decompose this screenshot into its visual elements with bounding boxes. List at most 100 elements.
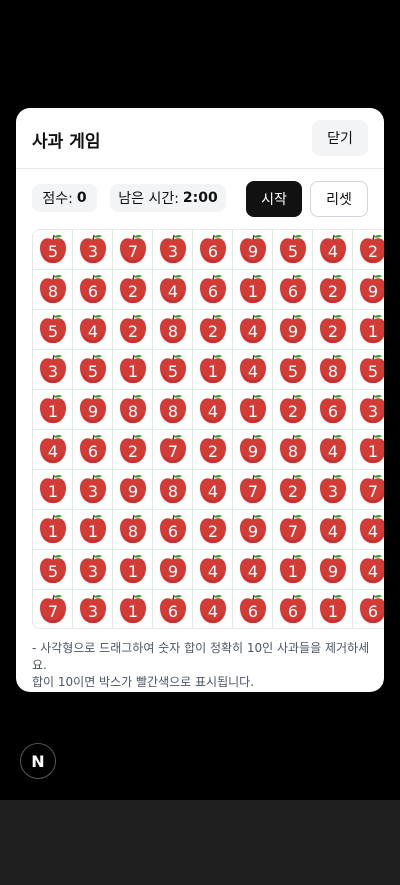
apple-cell[interactable]: 6 [273, 270, 313, 310]
apple-cell[interactable]: 6 [193, 230, 233, 270]
apple-cell[interactable]: 6 [313, 390, 353, 430]
apple-cell[interactable]: 1 [313, 590, 353, 628]
apple-cell[interactable]: 2 [193, 510, 233, 550]
apple-cell[interactable]: 3 [73, 550, 113, 590]
apple-cell[interactable]: 2 [113, 310, 153, 350]
apple-cell[interactable]: 4 [233, 550, 273, 590]
close-button[interactable]: 닫기 [312, 120, 368, 156]
apple-cell[interactable]: 4 [153, 270, 193, 310]
apple-cell[interactable]: 9 [233, 230, 273, 270]
apple-cell[interactable]: 4 [313, 230, 353, 270]
apple-cell[interactable]: 2 [313, 270, 353, 310]
apple-cell[interactable]: 5 [73, 350, 113, 390]
start-button[interactable]: 시작 [246, 181, 302, 217]
apple-cell[interactable]: 3 [73, 470, 113, 510]
apple-cell[interactable]: 1 [193, 350, 233, 390]
apple-cell[interactable]: 4 [193, 390, 233, 430]
apple-cell[interactable]: 9 [233, 430, 273, 470]
apple-cell[interactable]: 8 [313, 350, 353, 390]
apple-cell[interactable]: 3 [73, 590, 113, 628]
apple-cell[interactable]: 6 [273, 590, 313, 628]
apple-cell[interactable]: 4 [193, 470, 233, 510]
apple-cell[interactable]: 6 [153, 590, 193, 628]
apple-cell[interactable]: 1 [33, 390, 73, 430]
apple-cell[interactable]: 7 [33, 590, 73, 628]
apple-cell[interactable]: 6 [73, 430, 113, 470]
apple-cell[interactable]: 4 [353, 510, 384, 550]
apple-cell[interactable]: 1 [233, 270, 273, 310]
apple-cell[interactable]: 4 [193, 590, 233, 628]
apple-cell[interactable]: 1 [33, 510, 73, 550]
apple-cell[interactable]: 7 [273, 510, 313, 550]
nextjs-logo-icon[interactable]: N [20, 743, 56, 779]
apple-cell[interactable]: 9 [313, 550, 353, 590]
apple-cell[interactable]: 3 [153, 230, 193, 270]
apple-cell[interactable]: 2 [273, 470, 313, 510]
apple-cell[interactable]: 4 [73, 310, 113, 350]
apple-icon: 3 [78, 474, 108, 505]
apple-cell[interactable]: 1 [113, 550, 153, 590]
apple-cell[interactable]: 6 [233, 590, 273, 628]
apple-cell[interactable]: 2 [313, 310, 353, 350]
apple-cell[interactable]: 5 [153, 350, 193, 390]
apple-cell[interactable]: 1 [33, 470, 73, 510]
apple-cell[interactable]: 4 [193, 550, 233, 590]
apple-cell[interactable]: 6 [353, 590, 384, 628]
apple-cell[interactable]: 5 [33, 550, 73, 590]
apple-grid[interactable]: 5 3 7 3 6 9 5 4 2 8 6 2 4 6 1 6 2 9 5 4 2 8 2 4 9 2 1 3 5 1 5 1 4 5 8 5 1 9 8 8… [33, 230, 384, 628]
apple-cell[interactable]: 8 [33, 270, 73, 310]
apple-cell[interactable]: 3 [313, 470, 353, 510]
apple-cell[interactable]: 8 [113, 510, 153, 550]
apple-cell[interactable]: 2 [193, 310, 233, 350]
reset-button[interactable]: 리셋 [310, 181, 368, 217]
apple-cell[interactable]: 8 [153, 470, 193, 510]
apple-cell[interactable]: 3 [73, 230, 113, 270]
apple-cell[interactable]: 1 [353, 310, 384, 350]
apple-cell[interactable]: 1 [113, 350, 153, 390]
apple-number: 6 [247, 602, 259, 621]
apple-cell[interactable]: 5 [273, 350, 313, 390]
apple-cell[interactable]: 6 [193, 270, 233, 310]
apple-cell[interactable]: 7 [113, 230, 153, 270]
apple-cell[interactable]: 2 [113, 430, 153, 470]
apple-cell[interactable]: 5 [273, 230, 313, 270]
apple-icon: 1 [358, 314, 384, 345]
apple-cell[interactable]: 4 [313, 430, 353, 470]
apple-cell[interactable]: 6 [153, 510, 193, 550]
apple-cell[interactable]: 1 [273, 550, 313, 590]
apple-cell[interactable]: 4 [353, 550, 384, 590]
apple-cell[interactable]: 8 [113, 390, 153, 430]
apple-cell[interactable]: 9 [273, 310, 313, 350]
apple-cell[interactable]: 4 [233, 350, 273, 390]
apple-cell[interactable]: 8 [153, 310, 193, 350]
apple-cell[interactable]: 1 [233, 390, 273, 430]
apple-cell[interactable]: 1 [353, 430, 384, 470]
apple-cell[interactable]: 3 [33, 350, 73, 390]
apple-cell[interactable]: 9 [153, 550, 193, 590]
apple-cell[interactable]: 5 [353, 350, 384, 390]
apple-cell[interactable]: 4 [313, 510, 353, 550]
apple-cell[interactable]: 7 [353, 470, 384, 510]
apple-cell[interactable]: 1 [73, 510, 113, 550]
game-board[interactable]: 5 3 7 3 6 9 5 4 2 8 6 2 4 6 1 6 2 9 5 4 2 8 2 4 9 2 1 3 5 1 5 1 4 5 8 5 1 9 8 8… [32, 229, 384, 629]
apple-cell[interactable]: 2 [113, 270, 153, 310]
apple-cell[interactable]: 5 [33, 230, 73, 270]
apple-cell[interactable]: 4 [233, 310, 273, 350]
apple-cell[interactable]: 8 [273, 430, 313, 470]
apple-number: 7 [47, 602, 59, 621]
apple-cell[interactable]: 9 [353, 270, 384, 310]
apple-cell[interactable]: 7 [233, 470, 273, 510]
apple-cell[interactable]: 2 [193, 430, 233, 470]
apple-cell[interactable]: 7 [153, 430, 193, 470]
apple-cell[interactable]: 1 [113, 590, 153, 628]
apple-cell[interactable]: 2 [273, 390, 313, 430]
apple-cell[interactable]: 4 [33, 430, 73, 470]
apple-cell[interactable]: 9 [73, 390, 113, 430]
apple-cell[interactable]: 3 [353, 390, 384, 430]
apple-cell[interactable]: 5 [33, 310, 73, 350]
apple-cell[interactable]: 8 [153, 390, 193, 430]
apple-cell[interactable]: 6 [73, 270, 113, 310]
apple-cell[interactable]: 9 [233, 510, 273, 550]
apple-cell[interactable]: 2 [353, 230, 384, 270]
apple-cell[interactable]: 9 [113, 470, 153, 510]
